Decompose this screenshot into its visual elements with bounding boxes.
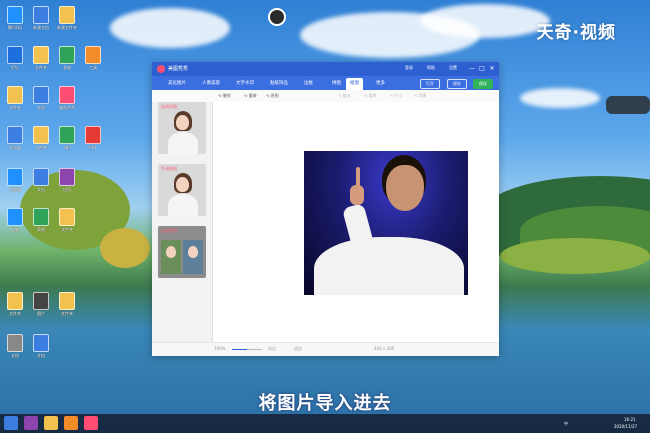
ime-indicator[interactable]: 中	[564, 421, 568, 427]
mode-label: 手动抠图	[161, 166, 177, 171]
maximize-button[interactable]: □	[478, 64, 486, 73]
folder-icon	[59, 292, 75, 310]
desktop-icon[interactable]: PDF	[78, 126, 108, 150]
desktop-icon-label: 工具	[89, 65, 97, 70]
tab-3[interactable]: 贴纸饰品	[266, 78, 292, 90]
media-control-widget[interactable]	[606, 96, 650, 114]
xls-icon	[59, 46, 75, 64]
doc-icon	[33, 86, 49, 104]
desktop-icon[interactable]: 新建文件夹	[52, 6, 82, 30]
app-icon	[7, 46, 23, 64]
app-icon	[7, 208, 23, 226]
desktop-icon-label: 文档	[37, 353, 45, 358]
clock-time[interactable]: 16:21	[624, 417, 636, 422]
qq-icon	[7, 6, 23, 24]
desktop-icon-label: 新建文件夹	[57, 25, 77, 30]
app-icon	[85, 46, 101, 64]
taskbar: 中 16:21 2020/11/27	[0, 414, 650, 433]
tab-1[interactable]: 人像美容	[198, 78, 224, 90]
doc-icon	[33, 168, 49, 186]
login-link[interactable]: 登录	[405, 65, 413, 71]
doc-icon	[33, 6, 49, 24]
tab-0[interactable]: 美化图片	[164, 78, 190, 90]
export-button[interactable]: 保存	[473, 79, 493, 89]
tab-7[interactable]: 更多	[372, 78, 389, 90]
video-subtitle: 将图片导入进去	[258, 393, 392, 414]
app-icon[interactable]	[24, 416, 38, 430]
doc-icon	[7, 334, 23, 352]
folder-icon	[59, 208, 75, 226]
toolbar-button[interactable]: ⟲ 尺寸	[390, 92, 403, 100]
mode-label: 形状抠图	[161, 228, 177, 233]
image-icon	[33, 292, 49, 310]
toolbar-button[interactable]: ⟲ 背景	[414, 92, 427, 100]
tab-bar: 美化图片 人像美容 文字水印 贴纸饰品 边框 拼图 抠图 更多 打开 保存 保存	[152, 76, 499, 90]
meitu-icon[interactable]	[84, 416, 98, 430]
folder-icon	[7, 86, 23, 104]
desktop-icon-label: PDF	[89, 145, 97, 150]
desktop-icon[interactable]: 美图秀秀	[52, 86, 82, 110]
app-icon	[59, 86, 75, 104]
desktop-icon-label: 文件夹	[61, 227, 73, 232]
fit-button[interactable]: 适应	[294, 346, 302, 352]
desktop-icon-label: 应用	[63, 187, 71, 192]
app-icon	[7, 168, 23, 186]
watermark: 天奇·视频	[536, 23, 616, 43]
app-icon	[59, 168, 75, 186]
app-icon[interactable]	[64, 416, 78, 430]
app-window: 美图秀秀 登录 帮助 设置 — □ ✕ 美化图片 人像美容 文字水印 贴纸饰品 边框 拼图…	[152, 62, 499, 356]
tab-2[interactable]: 文字水印	[232, 78, 258, 90]
folder-icon	[59, 6, 75, 24]
compare-button[interactable]: 对比	[268, 346, 276, 352]
help-link[interactable]: 帮助	[427, 65, 435, 71]
zoom-slider[interactable]	[232, 349, 262, 350]
doc-icon	[33, 334, 49, 352]
folder-icon	[33, 46, 49, 64]
image-size-text: 400 x 300	[374, 346, 395, 351]
minimize-button[interactable]: —	[468, 64, 476, 73]
title-bar[interactable]: 美图秀秀 登录 帮助 设置 — □ ✕	[152, 62, 499, 76]
meitu-logo-icon	[157, 65, 165, 73]
windows-start-icon[interactable]	[4, 416, 18, 430]
toolbar-button[interactable]: ⟲ 原图	[266, 92, 279, 100]
chrome-icon[interactable]	[44, 416, 58, 430]
toolbar-button[interactable]: ⟲ 旋转	[364, 92, 377, 100]
imported-photo[interactable]	[304, 151, 468, 295]
save-button[interactable]: 保存	[447, 79, 467, 89]
close-button[interactable]: ✕	[488, 64, 496, 73]
desktop-icon[interactable]: 文件夹	[52, 208, 82, 232]
settings-link[interactable]: 设置	[449, 65, 457, 71]
desktop-icon[interactable]: 应用	[52, 168, 82, 192]
mode-label: 自动抠图	[161, 104, 177, 109]
desktop-icon-label: 美图秀秀	[59, 105, 75, 110]
app-title: 美图秀秀	[168, 66, 189, 72]
status-bar: 100% 对比 适应 400 x 300	[152, 342, 499, 356]
floating-ball-icon[interactable]	[268, 8, 286, 26]
zoom-label: 100%	[214, 346, 226, 351]
toolbar-button[interactable]: ⟲ 重做	[244, 92, 257, 100]
open-button[interactable]: 打开	[420, 79, 440, 89]
tab-4[interactable]: 边框	[300, 78, 317, 90]
folder-icon	[7, 292, 23, 310]
mode-shape-cutout[interactable]: 形状抠图	[158, 226, 206, 278]
cutout-mode-panel: 自动抠图 手动抠图 形状抠图	[152, 102, 213, 342]
tab-5[interactable]: 拼图	[328, 78, 345, 90]
desktop-icon-label: 文件夹	[61, 311, 73, 316]
clock-date[interactable]: 2020/11/27	[614, 424, 637, 429]
xls-icon	[33, 208, 49, 226]
desktop-icon[interactable]: 文件夹	[52, 292, 82, 316]
desktop-icon[interactable]: 文档	[26, 334, 56, 358]
app-icon	[85, 126, 101, 144]
mode-auto-cutout[interactable]: 自动抠图	[158, 102, 206, 154]
folder-icon	[33, 126, 49, 144]
app-icon	[59, 126, 75, 144]
desktop-icon[interactable]: 工具	[78, 46, 108, 70]
mode-manual-cutout[interactable]: 手动抠图	[158, 164, 206, 216]
toolbar-button[interactable]: ⟲ 撤销	[218, 92, 231, 100]
app-icon	[7, 126, 23, 144]
canvas-area[interactable]	[213, 102, 499, 342]
